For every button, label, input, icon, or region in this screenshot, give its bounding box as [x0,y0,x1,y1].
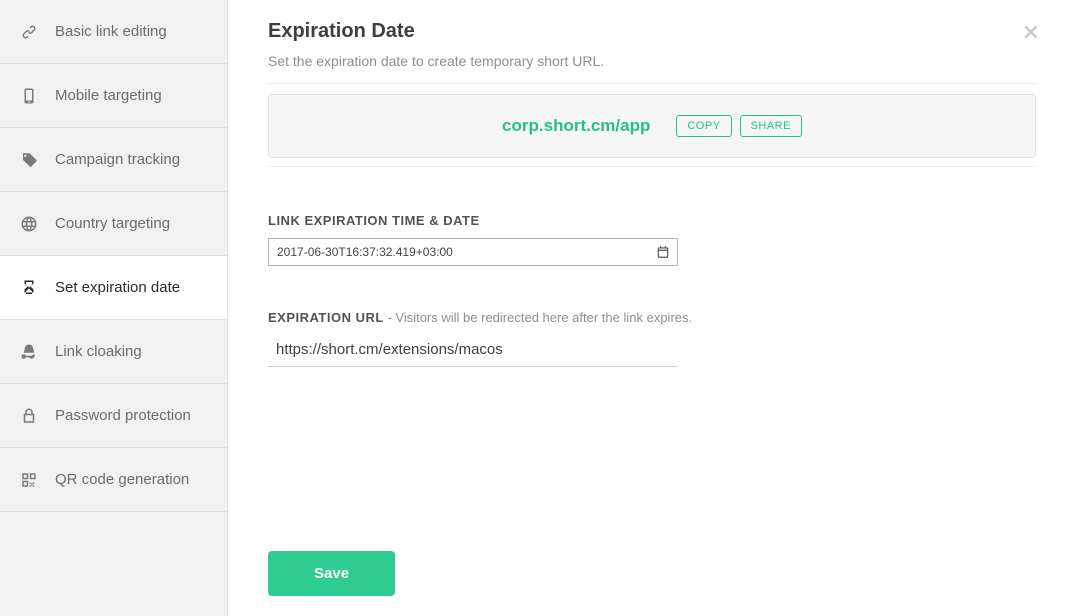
sidebar-item-label: Campaign tracking [55,151,180,168]
close-icon[interactable]: ✕ [1022,22,1040,44]
expiration-url-label: EXPIRATION URL [268,310,384,325]
sidebar-item-label: Basic link editing [55,23,167,40]
expiration-url-input[interactable] [268,335,678,367]
expiration-time-label: LINK EXPIRATION TIME & DATE [268,213,1036,228]
copy-button[interactable]: COPY [676,115,731,137]
tag-icon [20,151,38,169]
share-button[interactable]: SHARE [740,115,802,137]
incognito-icon [20,343,38,361]
page-subtitle: Set the expiration date to create tempor… [268,53,1036,84]
sidebar-item-label: Country targeting [55,215,170,232]
sidebar-item-set-expiration-date[interactable]: Set expiration date [0,256,227,320]
sidebar-item-basic-link-editing[interactable]: Basic link editing [0,0,227,64]
short-url-card: corp.short.cm/app COPY SHARE [268,94,1036,158]
main-panel: ✕ Expiration Date Set the expiration dat… [228,0,1076,616]
mobile-icon [20,87,38,105]
sidebar-item-country-targeting[interactable]: Country targeting [0,192,227,256]
sidebar-item-label: Set expiration date [55,279,180,296]
sidebar-item-label: Mobile targeting [55,87,162,104]
short-url-text: corp.short.cm/app [502,116,650,136]
link-icon [20,23,38,41]
sidebar-item-label: Password protection [55,407,191,424]
lock-icon [20,407,38,425]
sidebar-item-label: Link cloaking [55,343,142,360]
sidebar: Basic link editing Mobile targeting Camp… [0,0,228,616]
sidebar-item-qr-code-generation[interactable]: QR code generation [0,448,227,512]
divider [268,166,1036,167]
sidebar-item-campaign-tracking[interactable]: Campaign tracking [0,128,227,192]
expiration-url-label-row: EXPIRATION URL - Visitors will be redire… [268,310,1036,325]
sidebar-item-link-cloaking[interactable]: Link cloaking [0,320,227,384]
expiration-url-hint: - Visitors will be redirected here after… [384,310,692,325]
expiration-time-field-wrap [268,238,678,266]
url-action-group: COPY SHARE [676,115,802,137]
qr-icon [20,471,38,489]
save-button[interactable]: Save [268,551,395,596]
expiration-time-input[interactable] [268,238,678,266]
hourglass-icon [20,279,38,297]
sidebar-item-password-protection[interactable]: Password protection [0,384,227,448]
globe-icon [20,215,38,233]
sidebar-item-mobile-targeting[interactable]: Mobile targeting [0,64,227,128]
sidebar-item-label: QR code generation [55,471,189,488]
page-title: Expiration Date [268,20,1036,43]
